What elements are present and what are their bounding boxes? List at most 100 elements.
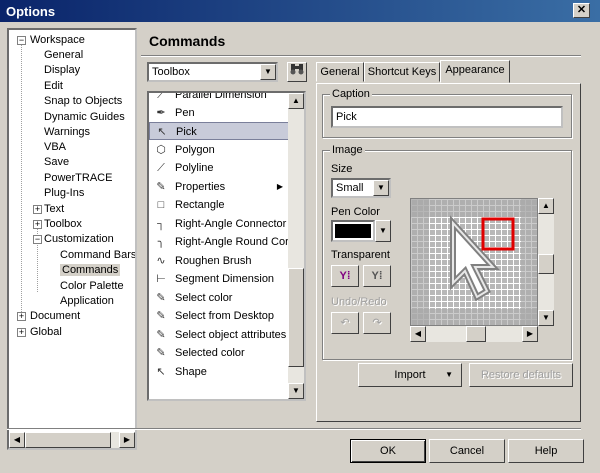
list-item[interactable]: ⟋ Polyline xyxy=(149,159,289,177)
list-item-selected[interactable]: ↖ Pick xyxy=(149,122,289,140)
redo-button[interactable]: ↷ xyxy=(363,312,391,334)
tree-item-toolbox[interactable]: + Toolbox xyxy=(30,216,82,232)
chevron-down-icon[interactable]: ▼ xyxy=(373,180,389,196)
tree-item-label: Customization xyxy=(44,233,114,245)
tab-appearance[interactable]: Appearance xyxy=(440,60,510,83)
scroll-up-icon[interactable]: ▲ xyxy=(288,93,304,109)
scrollbar-thumb[interactable] xyxy=(466,326,486,342)
tree-item-label: Global xyxy=(30,326,62,338)
tree-item-text[interactable]: + Text xyxy=(30,201,64,217)
tree-item-application[interactable]: Application xyxy=(60,293,114,309)
eyedropper-icon: ✎ xyxy=(156,292,166,304)
list-item[interactable]: ⊢ Segment Dimension xyxy=(149,270,289,288)
chevron-down-icon[interactable]: ▼ xyxy=(375,220,391,242)
scroll-down-icon[interactable]: ▼ xyxy=(288,383,304,399)
category-select[interactable]: Toolbox ▼ xyxy=(147,62,278,82)
tree-horizontal-scrollbar[interactable]: ◀ ▶ xyxy=(9,432,135,448)
list-item[interactable]: ⬡ Polygon xyxy=(149,141,289,159)
list-item[interactable]: ✎ Select from Desktop xyxy=(149,307,289,325)
ok-button[interactable]: OK xyxy=(350,439,426,463)
tree-item-global[interactable]: + Global xyxy=(14,324,62,340)
options-tree[interactable]: − Workspace General Display Edit Snap to… xyxy=(7,28,137,450)
command-list[interactable]: ⟋ Parallel Dimension ✒ Pen ↖ Pick ⬡ Polygon … xyxy=(147,91,306,401)
transparent-pen-button[interactable]: Y⁞ xyxy=(331,265,359,287)
list-item[interactable]: ✎ Properties ▶ xyxy=(149,178,289,196)
transparent-fill-icon: Y⁞ xyxy=(371,270,383,282)
expand-icon[interactable]: + xyxy=(17,328,26,337)
list-item[interactable]: ✒ Pen xyxy=(149,104,289,122)
tree-item-warnings[interactable]: Warnings xyxy=(44,124,90,140)
scroll-right-icon[interactable]: ▶ xyxy=(522,326,538,342)
tree-item-workspace[interactable]: − Workspace xyxy=(14,32,85,48)
tree-item-customization[interactable]: − Customization xyxy=(30,231,114,247)
scroll-up-icon[interactable]: ▲ xyxy=(538,198,554,214)
expand-icon[interactable]: + xyxy=(17,312,26,321)
expand-icon[interactable]: + xyxy=(33,205,42,214)
scrollbar-thumb[interactable] xyxy=(25,432,111,448)
undo-button[interactable]: ↶ xyxy=(331,312,359,334)
list-item[interactable]: ✎ Select color xyxy=(149,289,289,307)
list-item[interactable]: ✎ Selected color xyxy=(149,344,289,362)
tree-item-commands[interactable]: Commands xyxy=(60,262,121,278)
collapse-icon[interactable]: − xyxy=(17,36,26,45)
tree-item-command-bars[interactable]: Command Bars xyxy=(60,247,135,263)
eyedropper-icon: ✎ xyxy=(156,329,166,341)
segment-dimension-icon: ⊢ xyxy=(156,273,166,285)
chevron-down-icon[interactable]: ▼ xyxy=(260,64,276,80)
list-item[interactable]: □ Rectangle xyxy=(149,196,289,214)
restore-defaults-button[interactable]: Restore defaults xyxy=(469,363,573,387)
tree-item-powertrace[interactable]: PowerTRACE xyxy=(44,170,112,186)
tree-item-plug-ins[interactable]: Plug-Ins xyxy=(44,185,84,201)
caption-input[interactable]: Pick xyxy=(331,106,563,128)
tab-general[interactable]: General xyxy=(316,62,364,82)
find-binoculars-icon[interactable] xyxy=(287,62,307,82)
pixel-editor-hscroll[interactable]: ◀ ▶ xyxy=(410,326,538,342)
list-item-label: Parallel Dimension xyxy=(175,91,267,101)
footer-divider xyxy=(7,428,581,430)
page-title: Commands xyxy=(149,33,226,49)
command-list-scrollbar[interactable]: ▲ ▼ xyxy=(288,93,304,399)
list-item[interactable]: ⟋ Parallel Dimension xyxy=(149,91,289,104)
pixel-editor-vscroll[interactable]: ▲ ▼ xyxy=(538,198,554,326)
polyline-icon: ⟋ xyxy=(157,162,165,174)
list-item[interactable]: ∿ Roughen Brush xyxy=(149,252,289,270)
rectangle-icon: □ xyxy=(157,199,165,211)
help-button[interactable]: Help xyxy=(508,439,584,463)
list-item[interactable]: ↖ Shape xyxy=(149,363,289,381)
tree-item-color-palette[interactable]: Color Palette xyxy=(60,278,124,294)
scrollbar-thumb[interactable] xyxy=(538,254,554,274)
eyedropper-icon: ✎ xyxy=(156,310,166,322)
scroll-left-icon[interactable]: ◀ xyxy=(9,432,25,448)
tree-item-save[interactable]: Save xyxy=(44,154,69,170)
color-swatch-fill xyxy=(335,224,371,238)
tree-item-document[interactable]: + Document xyxy=(14,308,80,324)
tree-item-display[interactable]: Display xyxy=(44,62,80,78)
collapse-icon[interactable]: − xyxy=(33,235,42,244)
list-item[interactable]: ┐ Right-Angle Connector xyxy=(149,215,289,233)
cancel-button[interactable]: Cancel xyxy=(429,439,505,463)
list-item[interactable]: ✎ Select object attributes xyxy=(149,326,289,344)
icon-pixel-editor[interactable] xyxy=(410,198,538,326)
category-select-value: Toolbox xyxy=(152,66,190,78)
tree-item-dynamic-guides[interactable]: Dynamic Guides xyxy=(44,109,125,125)
list-item-label: Roughen Brush xyxy=(175,255,252,267)
import-button[interactable]: Import ▼ xyxy=(358,363,462,387)
scroll-right-icon[interactable]: ▶ xyxy=(119,432,135,448)
size-select[interactable]: Small ▼ xyxy=(331,178,391,198)
transparent-fill-button[interactable]: Y⁞ xyxy=(363,265,391,287)
scroll-left-icon[interactable]: ◀ xyxy=(410,326,426,342)
scroll-down-icon[interactable]: ▼ xyxy=(538,310,554,326)
submenu-arrow-icon: ▶ xyxy=(276,182,283,191)
close-icon[interactable]: ✕ xyxy=(573,3,590,18)
tree-item-label: Workspace xyxy=(30,34,85,46)
tree-item-general[interactable]: General xyxy=(44,47,83,63)
tab-shortcut-keys[interactable]: Shortcut Keys xyxy=(364,62,440,82)
pen-color-swatch[interactable] xyxy=(331,220,375,242)
expand-icon[interactable]: + xyxy=(33,220,42,229)
tree-item-snap-to-objects[interactable]: Snap to Objects xyxy=(44,93,122,109)
tree-item-edit[interactable]: Edit xyxy=(44,78,63,94)
list-item[interactable]: ╮ Right-Angle Round Corner Connector xyxy=(149,233,289,251)
tree-item-vba[interactable]: VBA xyxy=(44,139,66,155)
scrollbar-thumb[interactable] xyxy=(288,268,304,367)
tree-item-label: Application xyxy=(60,295,114,307)
